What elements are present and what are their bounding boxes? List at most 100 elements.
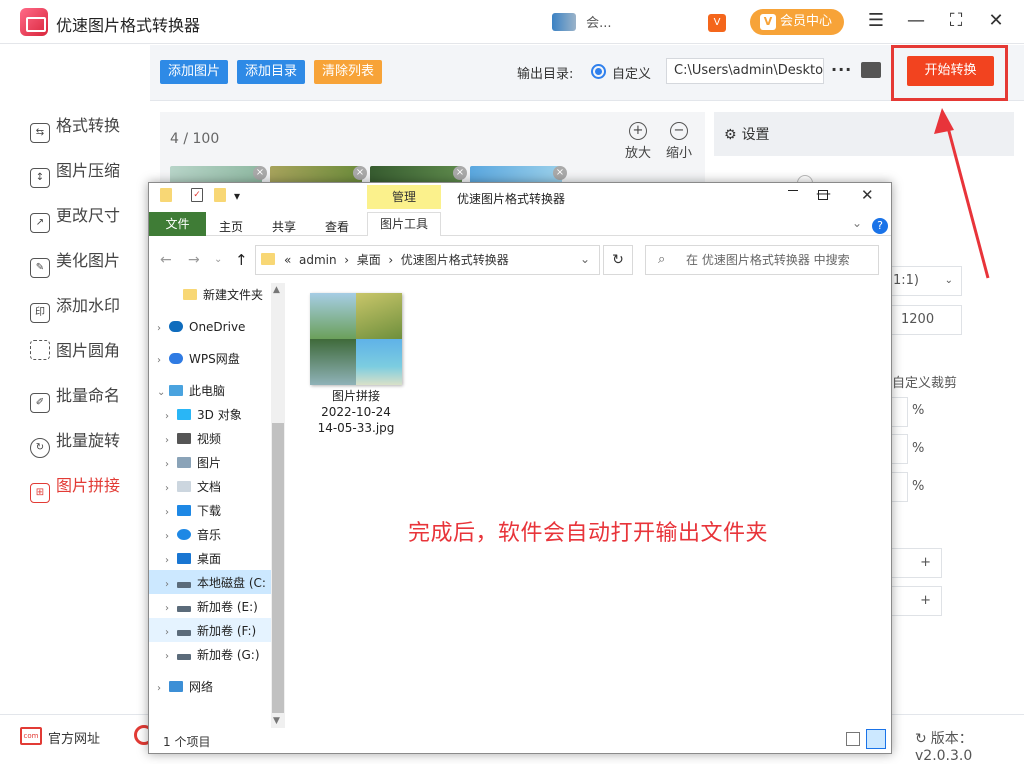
sidebar-item-compress[interactable]: ↕ 图片压缩: [30, 160, 120, 188]
forward-icon[interactable]: →: [188, 252, 200, 268]
stitch-icon: ⊞: [30, 483, 50, 503]
explorer-minimize-bar: [788, 190, 798, 191]
rename-icon: ✐: [30, 393, 50, 413]
maximize-icon[interactable]: ⛶: [944, 10, 968, 31]
sidebar-item-rename[interactable]: ✐ 批量命名: [30, 385, 120, 413]
nav-scrollbar-thumb[interactable]: [272, 423, 284, 713]
settings-title: ⚙ 设置: [724, 127, 770, 143]
breadcrumb-current-folder[interactable]: 优速图片格式转换器: [401, 253, 509, 267]
nav-item[interactable]: › 视频: [165, 429, 221, 449]
breadcrumb-admin[interactable]: admin: [299, 253, 337, 267]
nav-item[interactable]: › 桌面: [165, 549, 221, 569]
nav-item[interactable]: › 文档: [165, 477, 221, 497]
explorer-maximize-icon[interactable]: [818, 190, 828, 200]
nav-item[interactable]: › WPS网盘: [157, 349, 240, 369]
folder-open-icon[interactable]: [861, 62, 881, 78]
chevron-right-icon: ›: [165, 555, 169, 566]
remove-thumbnail-icon[interactable]: ×: [453, 166, 467, 180]
chevron-right-icon: ›: [165, 411, 169, 422]
address-dropdown-icon[interactable]: ⌄: [580, 252, 590, 266]
scroll-down-icon[interactable]: ▼: [273, 716, 280, 726]
breadcrumb-desktop[interactable]: 桌面: [357, 253, 381, 267]
nav-item[interactable]: 新建文件夹: [183, 285, 263, 305]
format-icon: ⇆: [30, 123, 50, 143]
nav-item[interactable]: ⌄ 此电脑: [157, 381, 225, 401]
remove-thumbnail-icon[interactable]: ×: [253, 166, 267, 180]
explorer-close-icon[interactable]: ✕: [861, 186, 874, 204]
nav-item[interactable]: › 新加卷 (E:): [165, 597, 258, 617]
ribbon-expand-icon[interactable]: ⌄: [852, 216, 862, 230]
tab-picture-tools[interactable]: 图片工具: [367, 212, 441, 236]
custom-crop-label: 自定义裁剪: [892, 376, 958, 391]
refresh-button[interactable]: ↻: [603, 245, 633, 275]
minimize-icon[interactable]: —: [904, 10, 928, 31]
chevron-right-icon: ›: [157, 323, 161, 334]
file-name[interactable]: 图片拼接 2022-10-24 14-05-33.jpg: [300, 388, 412, 436]
sidebar-item-watermark[interactable]: 印添加水印: [30, 295, 120, 323]
vip-center-button[interactable]: 会员中心: [750, 9, 844, 35]
nav-item[interactable]: › 网络: [157, 677, 213, 697]
large-icons-view-icon[interactable]: [866, 729, 886, 749]
nav-item[interactable]: › 音乐: [165, 525, 221, 545]
menu-icon[interactable]: ☰: [864, 10, 888, 31]
custom-radio-label[interactable]: 自定义: [612, 63, 651, 82]
nav-item[interactable]: › 新加卷 (F:): [165, 621, 256, 641]
new-folder-icon[interactable]: [214, 188, 226, 202]
tab-share[interactable]: 共享: [272, 218, 296, 235]
sidebar-item-round-corner[interactable]: 图片圆角: [30, 340, 120, 362]
quick-access-dropdown-icon[interactable]: ▾: [234, 189, 240, 203]
wps-cloud-icon: [169, 353, 183, 364]
address-bar[interactable]: « admin › 桌面 › 优速图片格式转换器: [255, 245, 600, 275]
nav-item[interactable]: › 本地磁盘 (C:: [165, 573, 266, 593]
add-directory-button[interactable]: 添加目录: [237, 60, 306, 84]
tab-view[interactable]: 查看: [325, 218, 349, 235]
sidebar-item-beautify[interactable]: ✎ 美化图片: [30, 250, 120, 278]
recent-dropdown-icon[interactable]: ⌄: [214, 254, 222, 265]
beautify-icon: ✎: [30, 258, 50, 278]
sidebar-item-rotate[interactable]: ↻ 批量旋转: [30, 430, 120, 458]
zoom-out-button[interactable]: − 缩小: [661, 122, 697, 161]
sidebar-item-resize[interactable]: ↗ 更改尺寸: [30, 205, 120, 233]
search-input[interactable]: 在 优速图片格式转换器 中搜索: [645, 245, 879, 275]
tab-home[interactable]: 主页: [219, 218, 243, 235]
user-badge-icon[interactable]: V: [708, 14, 726, 32]
nav-item[interactable]: › 图片: [165, 453, 221, 473]
remove-thumbnail-icon[interactable]: ×: [553, 166, 567, 180]
chevron-right-icon: ›: [165, 435, 169, 446]
manage-tab[interactable]: 管理: [367, 185, 441, 209]
thumbnail-quadrant: [310, 339, 356, 385]
zoom-in-button[interactable]: + 放大: [620, 122, 656, 161]
user-info[interactable]: 会...: [552, 12, 612, 31]
chevron-down-icon: ⌄: [157, 387, 166, 398]
clear-list-button[interactable]: 清除列表: [314, 60, 383, 84]
width-stepper[interactable]: 1200: [880, 305, 962, 335]
chevron-right-icon: ›: [165, 651, 169, 662]
help-icon[interactable]: ?: [872, 218, 888, 234]
back-icon[interactable]: ←: [160, 252, 172, 268]
add-image-button[interactable]: 添加图片: [160, 60, 229, 84]
nav-item[interactable]: › 下载: [165, 501, 221, 521]
drive-icon: [177, 606, 191, 612]
breadcrumb-overflow[interactable]: «: [284, 253, 291, 267]
file-thumbnail[interactable]: [310, 293, 402, 385]
output-path-field[interactable]: C:\Users\admin\Deskto: [666, 58, 824, 84]
rotate-icon: ↻: [30, 438, 50, 458]
folder-icon: [183, 289, 197, 300]
tab-file[interactable]: 文件: [149, 212, 206, 236]
more-options-icon[interactable]: ···: [831, 60, 852, 79]
up-icon[interactable]: ↑: [235, 251, 248, 269]
scroll-up-icon[interactable]: ▲: [273, 285, 280, 295]
close-icon[interactable]: ✕: [984, 10, 1008, 31]
remove-thumbnail-icon[interactable]: ×: [353, 166, 367, 180]
sidebar-item-stitch[interactable]: ⊞ 图片拼接: [30, 475, 120, 503]
nav-item[interactable]: › 3D 对象: [165, 405, 242, 425]
sidebar-item-format[interactable]: ⇆ 格式转换: [30, 115, 120, 143]
nav-item[interactable]: › OneDrive: [157, 317, 245, 337]
custom-radio[interactable]: [591, 64, 606, 79]
details-view-icon[interactable]: [846, 732, 860, 746]
percent-label: %: [912, 479, 925, 494]
start-convert-button[interactable]: 开始转换: [907, 56, 994, 86]
website-link[interactable]: 官方网址: [48, 728, 100, 747]
nav-item[interactable]: › 新加卷 (G:): [165, 645, 260, 665]
properties-icon[interactable]: ✓: [191, 188, 203, 202]
